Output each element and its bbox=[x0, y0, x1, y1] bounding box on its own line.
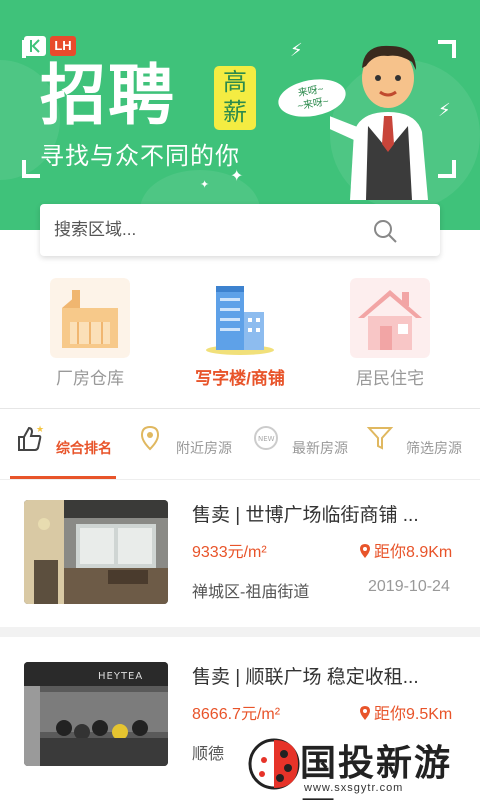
frame-corner bbox=[22, 160, 40, 178]
recruitment-banner[interactable]: LH 招聘 高薪 寻找与众不同的你 来呀~ ~来呀~ ⚡ ⚡ ✦ ✦ bbox=[0, 0, 480, 230]
speech-bubble-text: 来呀~ ~来呀~ bbox=[296, 83, 330, 113]
tab-filter[interactable]: 筛选房源 bbox=[366, 420, 470, 476]
tab-latest[interactable]: NEW 最新房源 bbox=[252, 420, 356, 476]
location-icon bbox=[140, 425, 160, 451]
tab-label: 综合排名 bbox=[56, 440, 112, 456]
svg-text:★: ★ bbox=[36, 424, 44, 434]
category-factory-warehouse[interactable]: 厂房仓库 bbox=[30, 272, 150, 392]
ladybug-logo-icon bbox=[248, 738, 300, 790]
listing-title: 售卖 | 世博广场临街商铺 ... bbox=[192, 505, 419, 526]
frame-corner bbox=[438, 40, 456, 58]
location-pin-icon bbox=[360, 544, 370, 558]
thumbs-up-icon: ★ bbox=[18, 424, 44, 451]
listing-photo bbox=[24, 500, 168, 604]
listing-area: 禅城区-祖庙街道 bbox=[192, 584, 310, 601]
listing-title: 售卖 | 顺联广场 稳定收租... bbox=[192, 667, 419, 688]
banner-badge: 高薪 bbox=[214, 66, 256, 130]
section-separator bbox=[0, 627, 480, 637]
divider bbox=[0, 408, 480, 409]
banner-title: 招聘 bbox=[40, 57, 176, 134]
brand-logo: LH bbox=[50, 36, 76, 56]
house-icon bbox=[350, 278, 430, 358]
banner-badge-text: 高薪 bbox=[223, 69, 247, 126]
category-label: 厂房仓库 bbox=[56, 369, 124, 388]
search-input[interactable] bbox=[54, 204, 354, 256]
listing-item[interactable]: 售卖 | 世博广场临街商铺 ... 9333元/m² 距你8.9Km 禅城区-祖… bbox=[0, 500, 480, 630]
listing-photo: HEYTEA bbox=[24, 662, 168, 766]
tab-nearby[interactable]: 附近房源 bbox=[136, 420, 240, 476]
office-building-icon bbox=[200, 278, 280, 358]
listing-distance-text: 距你8.9Km bbox=[374, 544, 453, 561]
listing-price: 9333元/m² bbox=[192, 544, 267, 561]
listing-price: 8666.7元/m² bbox=[192, 706, 281, 723]
back-logo-icon[interactable] bbox=[24, 36, 46, 56]
new-badge-icon: NEW bbox=[254, 426, 278, 450]
site-watermark: 国投新游网 www.sxsgytr.com bbox=[238, 726, 480, 800]
location-pin-icon bbox=[360, 706, 370, 720]
sparkle-icon: ✦ bbox=[200, 179, 210, 191]
category-label: 居民住宅 bbox=[356, 369, 424, 388]
watermark-url: www.sxsgytr.com bbox=[304, 782, 404, 794]
listing-area: 顺德 bbox=[192, 746, 225, 763]
category-label: 写字楼/商铺 bbox=[195, 369, 285, 388]
divider bbox=[0, 479, 480, 480]
lightning-icon: ⚡ bbox=[290, 40, 303, 60]
category-office-shop[interactable]: 写字楼/商铺 bbox=[180, 272, 300, 392]
category-residential[interactable]: 居民住宅 bbox=[330, 272, 450, 392]
listing-distance: 距你8.9Km bbox=[360, 538, 452, 562]
storefront-sign-text: HEYTEA bbox=[98, 671, 143, 682]
factory-icon bbox=[50, 278, 130, 358]
listing-distance-text: 距你9.5Km bbox=[374, 706, 453, 723]
search-bar[interactable] bbox=[40, 204, 440, 256]
listing-distance: 距你9.5Km bbox=[360, 700, 452, 724]
filter-icon bbox=[366, 427, 394, 450]
listing-date: 2019-10-24 bbox=[368, 578, 450, 595]
svg-text:NEW: NEW bbox=[258, 435, 275, 443]
tab-overall-ranking[interactable]: ★ 综合排名 bbox=[16, 420, 120, 476]
sparkle-icon: ✦ bbox=[230, 168, 244, 185]
tab-label: 筛选房源 bbox=[406, 440, 462, 456]
frame-corner bbox=[438, 160, 456, 178]
search-icon[interactable] bbox=[372, 218, 398, 244]
businessman-illustration bbox=[330, 45, 428, 200]
tab-label: 最新房源 bbox=[292, 440, 348, 456]
banner-subtitle: 寻找与众不同的你 bbox=[40, 143, 240, 170]
tab-label: 附近房源 bbox=[176, 440, 232, 456]
